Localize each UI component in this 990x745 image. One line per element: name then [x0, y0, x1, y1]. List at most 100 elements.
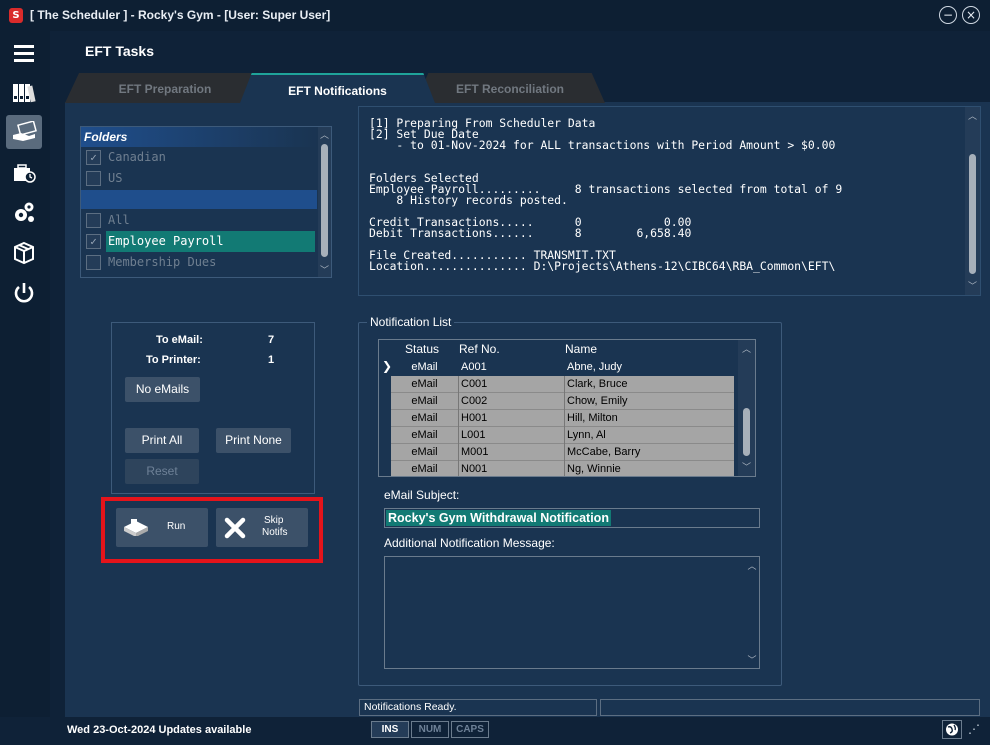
ref-cell: H001: [458, 410, 564, 427]
checkbox-canadian[interactable]: ✓: [86, 150, 101, 165]
folder-item-membership-dues[interactable]: Membership Dues: [81, 252, 317, 273]
close-button[interactable]: ×: [962, 6, 980, 24]
briefcase-clock-icon[interactable]: [6, 156, 42, 190]
status-cell: eMail: [411, 361, 438, 373]
x-icon: [224, 517, 246, 539]
status-cell: eMail: [411, 412, 438, 424]
table-row[interactable]: eMail C001 Clark, Bruce: [391, 376, 734, 393]
folder-separator: [81, 190, 317, 209]
binders-icon[interactable]: [6, 76, 42, 110]
ref-cell: C001: [458, 376, 564, 393]
scroll-down-icon[interactable]: ﹀: [965, 279, 980, 292]
email-subject-value: Rocky's Gym Withdrawal Notification: [386, 510, 611, 526]
status-cell: eMail: [411, 395, 438, 407]
checkbox-employee-payroll[interactable]: ✓: [86, 234, 101, 249]
checkbox-us[interactable]: [86, 171, 101, 186]
ref-cell: N001: [458, 461, 564, 476]
skip-notifs-button[interactable]: Skip Notifs: [216, 508, 308, 547]
email-subject-label: eMail Subject:: [384, 488, 460, 502]
to-email-label: To eMail:: [156, 334, 203, 346]
status-message: Notifications Ready.: [359, 699, 597, 716]
folders-list[interactable]: Folders ✓ Canadian US All ✓ Employee Pay…: [80, 126, 332, 278]
notification-list-caption: Notification List: [367, 315, 455, 329]
run-label: Run: [167, 521, 186, 532]
table-row[interactable]: eMail A001 Abne, Judy: [391, 359, 734, 376]
run-button[interactable]: Run: [116, 508, 208, 547]
folder-label: Employee Payroll: [106, 231, 315, 252]
notifs-label: Notifs: [262, 527, 288, 538]
table-row[interactable]: eMail N001 Ng, Winnie: [391, 461, 734, 476]
box-icon[interactable]: [6, 236, 42, 270]
status-cell: eMail: [411, 378, 438, 390]
reset-button[interactable]: Reset: [125, 459, 199, 484]
folder-label: All: [108, 213, 130, 227]
status-cell: eMail: [411, 463, 438, 475]
folder-item-employee-payroll[interactable]: ✓ Employee Payroll: [81, 231, 317, 252]
folder-item-us[interactable]: US: [81, 168, 317, 189]
checkbox-all[interactable]: [86, 213, 101, 228]
ref-cell: C002: [458, 393, 564, 410]
minimize-button[interactable]: −: [939, 6, 957, 24]
name-cell: McCabe, Barry: [564, 444, 734, 461]
grid-scrollbar[interactable]: ︿ ﹀: [738, 340, 755, 476]
resize-grip-icon[interactable]: ⋰: [968, 722, 980, 736]
gears-icon[interactable]: [6, 196, 42, 230]
table-row[interactable]: eMail H001 Hill, Milton: [391, 410, 734, 427]
table-row[interactable]: eMail M001 McCabe, Barry: [391, 444, 734, 461]
to-email-count: 7: [268, 334, 275, 346]
additional-message-label: Additional Notification Message:: [384, 536, 555, 550]
eft-log-output: [1] Preparing From Scheduler Data [2] Se…: [358, 106, 981, 296]
ref-cell: M001: [458, 444, 564, 461]
status-cell: eMail: [411, 446, 438, 458]
tab-eft-reconciliation[interactable]: EFT Reconciliation: [415, 73, 605, 103]
scroll-down-icon[interactable]: ﹀: [745, 653, 759, 666]
folder-label: Canadian: [108, 150, 166, 164]
additional-message-textarea[interactable]: ︿ ﹀: [384, 556, 760, 669]
folders-scrollbar[interactable]: ︿ ﹀: [318, 127, 331, 277]
scroll-thumb[interactable]: [321, 144, 328, 257]
date-status: Wed 23-Oct-2024 Updates available: [67, 724, 252, 736]
ref-cell: L001: [458, 427, 564, 444]
scroll-thumb[interactable]: [969, 154, 976, 274]
folder-item-canadian[interactable]: ✓ Canadian: [81, 147, 317, 168]
name-cell: Chow, Emily: [564, 393, 734, 410]
column-header-status[interactable]: Status: [405, 342, 439, 356]
log-line: Debit Transactions...... 8 6,658.40: [369, 226, 692, 240]
no-emails-button[interactable]: No eMails: [125, 377, 200, 402]
log-scrollbar[interactable]: ︿ ﹀: [965, 107, 980, 295]
scroll-down-icon[interactable]: ﹀: [318, 263, 331, 276]
table-row[interactable]: eMail C002 Chow, Emily: [391, 393, 734, 410]
hamburger-menu-icon[interactable]: [6, 36, 42, 70]
scroll-down-icon[interactable]: ﹀: [738, 460, 755, 473]
num-indicator: NUM: [411, 721, 449, 738]
tab-eft-preparation[interactable]: EFT Preparation: [65, 73, 265, 103]
column-header-name[interactable]: Name: [565, 342, 597, 356]
print-none-button[interactable]: Print None: [216, 428, 291, 453]
notification-grid[interactable]: Status Ref No. Name ❯ eMail A001 Abne, J…: [378, 339, 756, 477]
globe-icon[interactable]: [942, 720, 962, 739]
name-cell: Lynn, Al: [564, 427, 734, 444]
run-icon: [124, 519, 148, 536]
folders-header: Folders: [81, 127, 317, 147]
table-row[interactable]: eMail L001 Lynn, Al: [391, 427, 734, 444]
app-logo-icon: S: [9, 8, 23, 23]
scroll-up-icon[interactable]: ︿: [738, 342, 755, 355]
payment-hand-icon[interactable]: [6, 115, 42, 149]
log-text: [1] Preparing From Scheduler Data [2] Se…: [369, 117, 842, 272]
to-printer-label: To Printer:: [146, 354, 201, 366]
checkbox-membership-dues[interactable]: [86, 255, 101, 270]
scroll-thumb[interactable]: [743, 408, 750, 456]
ref-cell: A001: [461, 361, 487, 373]
scroll-up-icon[interactable]: ︿: [745, 559, 759, 572]
tab-eft-notifications[interactable]: EFT Notifications: [240, 73, 435, 103]
print-all-button[interactable]: Print All: [125, 428, 199, 453]
name-cell: Clark, Bruce: [564, 376, 734, 393]
scroll-up-icon[interactable]: ︿: [318, 128, 331, 141]
folder-item-all[interactable]: All: [81, 210, 317, 231]
skip-label: Skip: [264, 515, 284, 526]
email-subject-input[interactable]: Rocky's Gym Withdrawal Notification: [384, 508, 760, 528]
column-header-ref[interactable]: Ref No.: [459, 342, 500, 356]
status-panel-secondary: [600, 699, 980, 716]
scroll-up-icon[interactable]: ︿: [965, 109, 980, 122]
power-icon[interactable]: [6, 276, 42, 310]
